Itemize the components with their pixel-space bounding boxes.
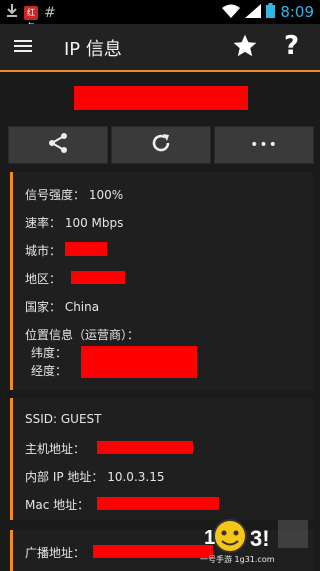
location-label: 位置信息（运营商）：	[25, 328, 140, 342]
wifi-icon	[222, 3, 241, 22]
hash-icon: #	[44, 4, 56, 21]
download-icon	[6, 3, 18, 22]
watermark-text: 一号手游 1g31.com	[200, 555, 275, 564]
link-speed: 速率： 100 Mbps	[25, 216, 124, 230]
ip-address-banner	[74, 86, 248, 110]
city-redacted	[65, 242, 107, 256]
host-address-label: 主机地址：	[25, 442, 86, 456]
coordinates-redacted	[81, 346, 197, 378]
page-title: IP 信息	[64, 39, 122, 60]
signal-icon	[245, 3, 262, 22]
internal-ip: 内部 IP 地址： 10.0.3.15	[25, 470, 165, 484]
host-address-redacted	[97, 441, 193, 454]
country: 国家： China	[25, 300, 100, 314]
broadcast-address-redacted	[93, 545, 213, 558]
battery-icon	[266, 2, 276, 22]
share-icon	[47, 132, 69, 158]
network-card: SSID: GUEST 主机地址： 内部 IP 地址： 10.0.3.15 Ma…	[10, 398, 313, 520]
mac-address-redacted	[97, 497, 219, 510]
action-bar: IP 信息 ?	[0, 24, 320, 72]
latitude-label: 纬度：	[31, 346, 68, 360]
menu-icon[interactable]	[14, 37, 36, 57]
more-button[interactable]: •••	[214, 126, 314, 164]
svg-text:3!: 3!	[250, 526, 270, 551]
signal-strength: 信号强度： 100%	[25, 188, 124, 202]
region-redacted	[71, 271, 125, 284]
app-notification-icon: 红包	[24, 5, 38, 31]
refresh-button[interactable]	[111, 126, 211, 164]
mac-address-label: Mac 地址：	[25, 498, 90, 512]
ssid: SSID: GUEST	[25, 412, 102, 426]
refresh-icon	[150, 132, 172, 158]
help-button[interactable]: ?	[284, 31, 299, 61]
star-icon[interactable]	[232, 33, 258, 59]
region-label: 地区：	[25, 272, 62, 286]
site-watermark-logo: 1 3! 一号手游 1g31.com	[200, 512, 312, 568]
city-label: 城市：	[25, 244, 62, 258]
status-bar: 红包 # 8:09	[0, 0, 320, 31]
share-button[interactable]	[8, 126, 108, 164]
info-card: 信号强度： 100% 速率： 100 Mbps 城市： 地区： 国家： Chin…	[10, 172, 313, 390]
broadcast-address-label: 广播地址：	[25, 546, 86, 560]
status-time: 8:09	[280, 3, 314, 21]
longitude-label: 经度：	[31, 364, 68, 378]
svg-text:1: 1	[204, 527, 215, 549]
